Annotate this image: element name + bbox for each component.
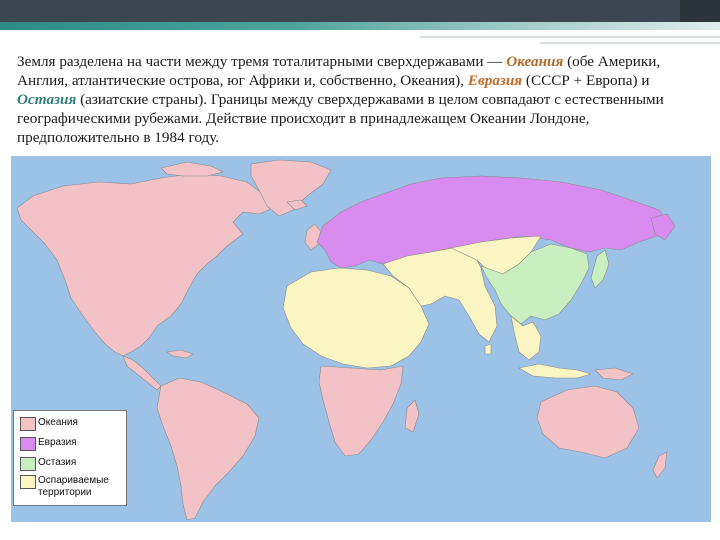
legend-swatch-eastasia <box>20 457 36 471</box>
legend-swatch-oceania <box>20 417 36 431</box>
legend-label: Оспариваемые <box>38 475 109 486</box>
oceania-highlight: Океания <box>506 53 564 70</box>
slide-accent-stripe <box>0 22 720 30</box>
intro-text-part: (СССР + Европа) и <box>522 72 650 89</box>
legend-swatch-eurasia <box>20 437 36 451</box>
legend-label: Евразия <box>38 437 77 448</box>
legend-label-line2: территории <box>38 487 92 498</box>
eastasia-highlight: Остазия <box>17 91 77 108</box>
decoration-line <box>420 36 720 38</box>
legend-swatch-disputed <box>20 475 36 489</box>
eurasia-highlight: Евразия <box>467 72 523 89</box>
slide-corner-block <box>680 0 720 22</box>
sri-lanka <box>484 343 492 355</box>
intro-paragraph: Земля разделена на части между тремя тот… <box>17 52 707 147</box>
map-legend: Океания Евразия Остазия Оспариваемые тер… <box>13 410 127 506</box>
intro-text-part: (азиатские страны). Границы между сверхд… <box>17 91 664 146</box>
slide-decoration-lines <box>420 36 720 46</box>
legend-label: Остазия <box>38 457 77 468</box>
decoration-line <box>540 42 720 44</box>
legend-label: Океания <box>38 417 78 428</box>
intro-text-part: Земля разделена на части между тремя тот… <box>17 53 507 70</box>
slide-top-bar <box>0 0 720 30</box>
